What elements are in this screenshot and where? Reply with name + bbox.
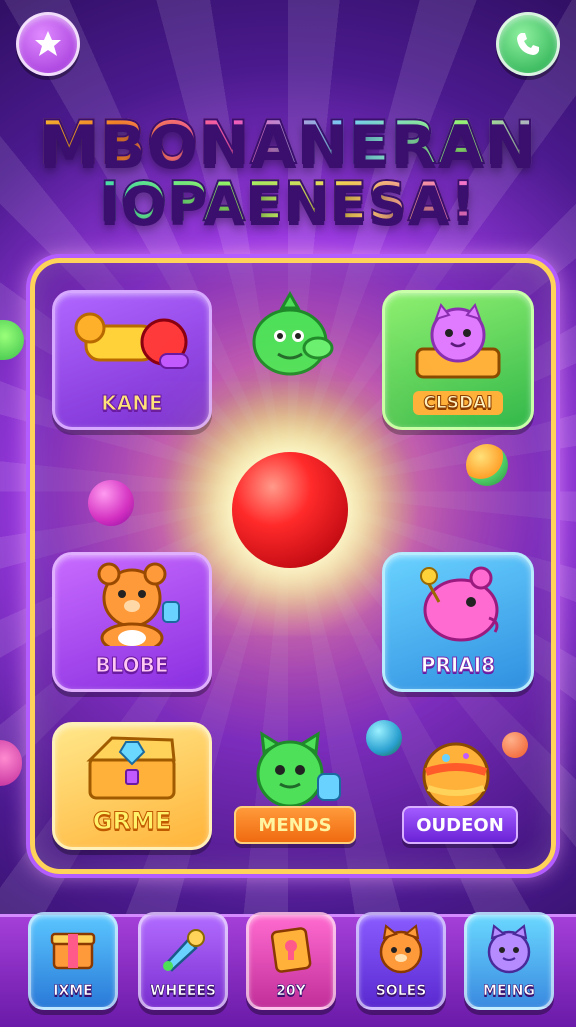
tile-priai8[interactable]: PRIAI8 [382, 552, 534, 692]
cat-face-icon [379, 924, 423, 974]
cat-treasure-icon [415, 302, 501, 379]
star-button[interactable] [16, 12, 80, 76]
tile-grme[interactable]: GRME [52, 722, 212, 850]
tile-clsdai-label: CLSDAI [413, 391, 503, 415]
rocket-icon [163, 929, 205, 972]
game-title-line-1: MBONANERAN [0, 107, 576, 179]
book-icon [270, 927, 312, 973]
nav-item-20y-label: 20Y [276, 983, 306, 1000]
nav-item-20y[interactable]: 20Y [246, 912, 336, 1010]
nav-item-wheees[interactable]: WHEEES [138, 912, 228, 1010]
nav-item-ixme[interactable]: IXME [28, 912, 118, 1010]
nav-item-soles-label: SOLES [375, 983, 427, 1000]
gold-orb [466, 444, 508, 486]
nav-item-meing-label: MEING [483, 983, 536, 1000]
oudeon-button[interactable]: OUDEON [402, 806, 518, 844]
green-cat-icon [256, 731, 341, 808]
nav-item-wheees-label: WHEEES [150, 983, 217, 1000]
game-title-line-2: IOPAENESA! [0, 169, 576, 234]
nav-item-meing[interactable]: MEING [464, 912, 554, 1010]
small-orb [502, 732, 528, 758]
pink-creature-icon [420, 566, 499, 642]
tile-grme-label: GRME [92, 807, 172, 836]
tile-blobe-label: BLOBE [95, 653, 169, 678]
cannon-icon [74, 312, 189, 369]
tile-clsdai[interactable]: CLSDAI [382, 290, 534, 430]
bear-icon [97, 562, 180, 646]
pink-orb [88, 480, 134, 526]
star-icon [35, 31, 61, 56]
striped-ball-icon [422, 742, 490, 808]
mends-button[interactable]: MENDS [234, 806, 356, 844]
box-icon [50, 932, 96, 970]
phone-button[interactable] [496, 12, 560, 76]
tile-kane[interactable]: KANE [52, 290, 212, 430]
tile-priai8-label: PRIAI8 [420, 653, 496, 678]
nav-item-ixme-label: IXME [53, 983, 93, 1000]
edge-orb-left-2 [0, 740, 22, 786]
globe-orb [366, 720, 402, 756]
tile-kane-label: KANE [101, 391, 163, 416]
phone-icon [517, 33, 539, 55]
tile-blobe[interactable]: BLOBE [52, 552, 212, 692]
green-dragon-icon [252, 290, 334, 376]
blue-cat-icon [487, 924, 531, 974]
treasure-chest-icon [86, 736, 176, 800]
edge-orb-left [0, 320, 24, 360]
nav-item-soles[interactable]: SOLES [356, 912, 446, 1010]
red-ball-icon[interactable] [232, 452, 348, 568]
